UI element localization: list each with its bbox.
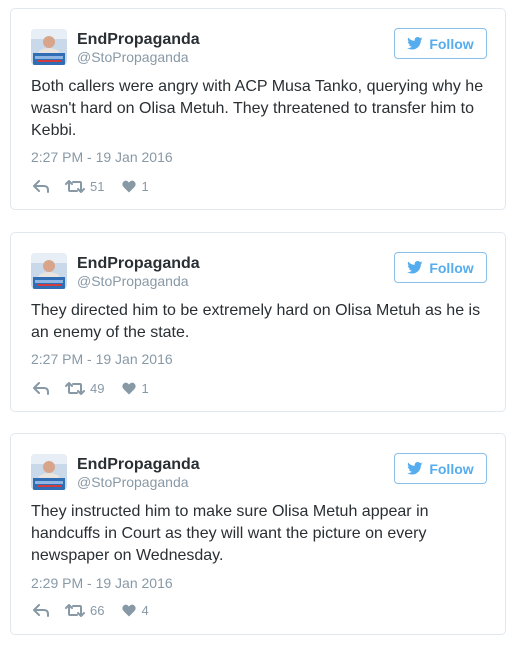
retweet-button[interactable]: 51 [65,179,104,194]
retweet-count: 66 [90,602,105,618]
follow-label: Follow [429,259,474,276]
like-count: 1 [141,178,149,194]
reply-button[interactable] [33,603,49,617]
reply-arrow-icon [33,381,49,395]
follow-button[interactable]: Follow [394,28,487,59]
tweet-card[interactable]: EndPropaganda @StoPropaganda Follow They… [10,232,506,412]
follow-label: Follow [429,35,474,52]
tweet-text: They instructed him to make sure Olisa M… [31,503,429,564]
display-name[interactable]: EndPropaganda [77,31,200,49]
tweet-text: They directed him to be extremely hard o… [31,302,481,341]
avatar[interactable] [31,454,67,490]
retweet-button[interactable]: 49 [65,381,104,396]
reply-button[interactable] [33,381,49,395]
tweet-actions: 66 4 [33,602,149,618]
retweet-icon [65,179,85,193]
reply-button[interactable] [33,179,49,193]
follow-button[interactable]: Follow [394,453,487,484]
like-count: 1 [141,380,149,396]
like-count: 4 [141,602,149,618]
reply-arrow-icon [33,179,49,193]
user-handle[interactable]: @StoPropaganda [77,273,189,289]
tweet-timestamp[interactable]: 2:27 PM - 19 Jan 2016 [31,351,173,367]
like-button[interactable]: 1 [122,178,149,194]
heart-icon [122,382,137,394]
retweet-icon [65,603,85,617]
tweet-actions: 49 1 [33,380,149,396]
heart-icon [122,604,137,616]
tweet-timestamp[interactable]: 2:29 PM - 19 Jan 2016 [31,575,173,591]
retweet-icon [65,381,85,395]
tweet-text: Both callers were angry with ACP Musa Ta… [31,78,484,139]
like-button[interactable]: 4 [122,602,149,618]
reply-arrow-icon [33,603,49,617]
tweet-card[interactable]: EndPropaganda @StoPropaganda Follow Both… [10,8,506,210]
heart-icon [122,180,137,192]
follow-label: Follow [429,460,474,477]
retweet-count: 49 [90,380,105,396]
retweet-count: 51 [90,178,105,194]
tweet-card[interactable]: EndPropaganda @StoPropaganda Follow They… [10,433,506,635]
avatar[interactable] [31,253,67,289]
tweet-actions: 51 1 [33,178,149,194]
retweet-button[interactable]: 66 [65,603,104,618]
avatar[interactable] [31,29,67,65]
display-name[interactable]: EndPropaganda [77,255,200,273]
twitter-bird-icon [407,261,423,274]
like-button[interactable]: 1 [122,380,149,396]
user-handle[interactable]: @StoPropaganda [77,49,189,65]
tweet-timestamp[interactable]: 2:27 PM - 19 Jan 2016 [31,149,173,165]
twitter-bird-icon [407,37,423,50]
follow-button[interactable]: Follow [394,252,487,283]
twitter-bird-icon [407,462,423,475]
display-name[interactable]: EndPropaganda [77,456,200,474]
user-handle[interactable]: @StoPropaganda [77,474,189,490]
